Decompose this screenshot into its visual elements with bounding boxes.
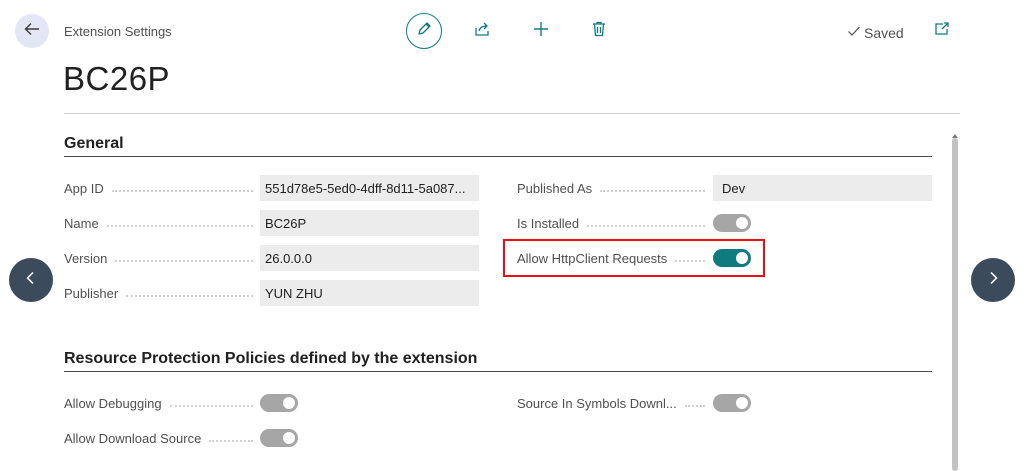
app-id-label: App ID bbox=[64, 181, 259, 196]
arrow-left-icon bbox=[23, 20, 41, 43]
edit-button[interactable] bbox=[406, 13, 442, 49]
published-as-label: Published As bbox=[517, 181, 711, 196]
published-as-field[interactable]: Dev bbox=[713, 175, 932, 201]
saved-label: Saved bbox=[864, 24, 904, 41]
open-new-window-icon bbox=[933, 20, 951, 43]
checkmark-icon bbox=[847, 24, 861, 41]
is-installed-label: Is Installed bbox=[517, 216, 711, 231]
toggle-knob bbox=[736, 217, 748, 229]
allow-download-source-toggle[interactable] bbox=[260, 429, 298, 447]
publisher-field[interactable]: YUN ZHU bbox=[260, 280, 479, 306]
page-title: BC26P bbox=[63, 60, 171, 97]
delete-icon bbox=[590, 20, 608, 43]
name-field[interactable]: BC26P bbox=[260, 210, 479, 236]
next-record-button[interactable] bbox=[971, 258, 1015, 302]
share-button[interactable] bbox=[470, 19, 494, 43]
chevron-right-icon bbox=[985, 270, 1001, 291]
app-id-field[interactable]: 551d78e5-5ed0-4dff-8d11-5a087... bbox=[260, 175, 479, 201]
page-caption: Extension Settings bbox=[64, 24, 172, 39]
resource-section-title[interactable]: Resource Protection Policies defined by … bbox=[64, 350, 477, 368]
general-section-title[interactable]: General bbox=[64, 135, 124, 153]
name-label: Name bbox=[64, 216, 259, 231]
plus-icon bbox=[532, 20, 550, 43]
source-in-symbols-toggle[interactable] bbox=[713, 394, 751, 412]
saved-status: Saved bbox=[847, 24, 904, 41]
toggle-knob bbox=[283, 397, 295, 409]
source-in-symbols-label: Source In Symbols Downl... bbox=[517, 396, 711, 411]
version-field[interactable]: 26.0.0.0 bbox=[260, 245, 479, 271]
delete-button[interactable] bbox=[587, 19, 611, 43]
allow-debugging-label: Allow Debugging bbox=[64, 396, 259, 411]
general-section-divider bbox=[64, 156, 932, 157]
is-installed-toggle[interactable] bbox=[713, 214, 751, 232]
edit-icon bbox=[415, 20, 433, 43]
open-new-window-button[interactable] bbox=[930, 19, 954, 43]
header-divider bbox=[64, 113, 960, 114]
previous-record-button[interactable] bbox=[9, 258, 53, 302]
chevron-left-icon bbox=[23, 270, 39, 291]
resource-section-divider bbox=[64, 371, 932, 372]
toggle-knob bbox=[283, 432, 295, 444]
publisher-label: Publisher bbox=[64, 286, 259, 301]
allow-download-source-label: Allow Download Source bbox=[64, 431, 259, 446]
highlight-annotation bbox=[503, 239, 765, 277]
version-label: Version bbox=[64, 251, 259, 266]
toggle-knob bbox=[736, 397, 748, 409]
allow-debugging-toggle[interactable] bbox=[260, 394, 298, 412]
scrollbar-thumb[interactable] bbox=[952, 138, 958, 471]
back-button[interactable] bbox=[15, 14, 49, 48]
new-button[interactable] bbox=[529, 19, 553, 43]
share-icon bbox=[473, 20, 491, 43]
